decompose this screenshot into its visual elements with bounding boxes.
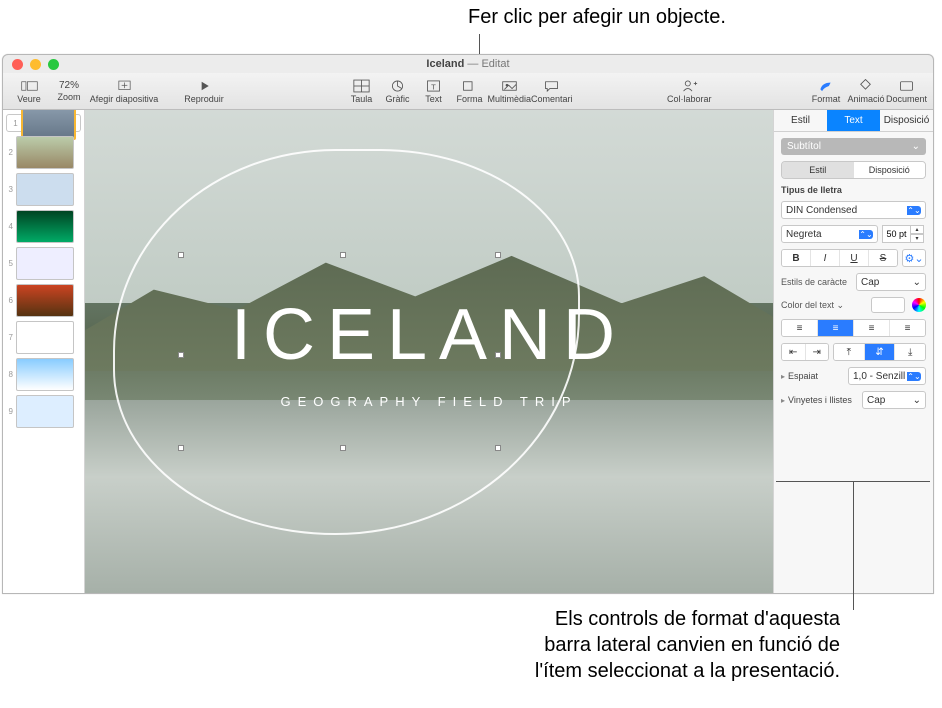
underline-button[interactable]: U	[840, 250, 869, 266]
valign-top-button[interactable]: ⤒	[834, 344, 865, 360]
char-styles-label: Estils de caràcte	[781, 277, 847, 287]
annotation-leader-bottom	[853, 482, 854, 610]
toolbar: Veure 72% Zoom Afegir diapositiva Reprod…	[3, 73, 933, 110]
inspector-tabs: Estil Text Disposició	[774, 110, 933, 132]
paragraph-style-select[interactable]: Subtítol ⌄	[781, 138, 926, 155]
slide-thumb-2[interactable]: 2	[6, 136, 81, 169]
bullets-disclosure[interactable]: Vinyetes i llistes	[781, 395, 852, 405]
media-icon	[501, 79, 518, 93]
font-size-input[interactable]	[882, 225, 910, 243]
text-subtabs: Estil Disposició	[781, 161, 926, 179]
subtab-layout[interactable]: Disposició	[854, 162, 926, 178]
insert-chart-button[interactable]: Gràfic	[379, 74, 415, 108]
person-plus-icon	[681, 79, 698, 93]
annotation-bottom: Els controls de format d'aquesta barra l…	[530, 606, 840, 684]
view-icon	[21, 79, 38, 93]
font-section-label: Tipus de lletra	[781, 185, 926, 195]
align-justify-button[interactable]: ≡	[890, 320, 925, 336]
document-button[interactable]: Document	[886, 74, 927, 108]
tab-layout[interactable]: Disposició	[880, 110, 933, 131]
bullets-select[interactable]: Cap⌄	[862, 391, 926, 409]
view-button[interactable]: Veure	[9, 74, 49, 108]
slide-thumb-7[interactable]: 7	[6, 321, 81, 354]
subtab-style[interactable]: Estil	[782, 162, 854, 178]
font-weight-select[interactable]: Negreta⌃⌄	[781, 225, 878, 243]
add-slide-button[interactable]: Afegir diapositiva	[89, 74, 159, 108]
format-button[interactable]: Format	[806, 74, 846, 108]
align-left-button[interactable]: ≡	[782, 320, 818, 336]
slide-navigator[interactable]: 1 2 3 4 5 6 7 8 9	[3, 110, 85, 593]
comment-icon	[543, 79, 560, 93]
play-icon	[196, 79, 213, 93]
insert-media-button[interactable]: Multimèdia	[487, 74, 531, 108]
tab-style[interactable]: Estil	[774, 110, 827, 131]
title-text-box[interactable]: ICELAND GEOGRAPHY FIELD TRIP	[231, 294, 627, 409]
insert-group: Taula Gràfic TText Forma Multimèdia Come…	[343, 74, 572, 108]
spacing-disclosure[interactable]: Espaiat	[781, 371, 818, 381]
plus-icon	[116, 79, 133, 93]
align-center-button[interactable]: ≡	[818, 320, 854, 336]
text-color-label: Color del text ⌄	[781, 300, 844, 311]
slide-thumb-9[interactable]: 9	[6, 395, 81, 428]
window-controls	[12, 59, 59, 70]
app-window: Iceland — Editat Veure 72% Zoom Afegir d…	[2, 54, 934, 594]
align-right-button[interactable]: ≡	[854, 320, 890, 336]
slide-thumb-1[interactable]: 1	[6, 114, 81, 132]
font-family-select[interactable]: DIN Condensed⌃⌄	[781, 201, 926, 219]
insert-table-button[interactable]: Taula	[343, 74, 379, 108]
h-align-group: ≡ ≡ ≡ ≡	[781, 319, 926, 337]
minimize-icon[interactable]	[30, 59, 41, 70]
gear-icon: ⚙︎	[904, 252, 914, 265]
insert-comment-button[interactable]: Comentari	[531, 74, 573, 108]
color-wheel-button[interactable]	[912, 298, 926, 312]
collaborate-button[interactable]: Col·laborar	[667, 74, 712, 108]
document-icon	[898, 79, 915, 93]
diamond-icon	[857, 79, 874, 93]
indent-button[interactable]: ⇥	[806, 344, 829, 360]
outdent-button[interactable]: ⇤	[782, 344, 806, 360]
shape-icon	[461, 79, 478, 93]
table-icon	[353, 79, 370, 93]
insert-shape-button[interactable]: Forma	[451, 74, 487, 108]
slide-thumb-8[interactable]: 8	[6, 358, 81, 391]
italic-button[interactable]: I	[811, 250, 840, 266]
text-color-well[interactable]	[871, 297, 905, 313]
slide-title[interactable]: ICELAND	[231, 294, 627, 376]
text-icon: T	[425, 79, 442, 93]
fullscreen-icon[interactable]	[48, 59, 59, 70]
tab-text[interactable]: Text	[827, 110, 880, 131]
valign-bottom-button[interactable]: ⤓	[895, 344, 925, 360]
window-title: Iceland — Editat	[426, 58, 509, 70]
annotation-top: Fer clic per afegir un objecte.	[468, 6, 726, 29]
slide-thumb-6[interactable]: 6	[6, 284, 81, 317]
titlebar: Iceland — Editat	[3, 55, 933, 73]
animate-button[interactable]: Animació	[846, 74, 886, 108]
font-size-stepper[interactable]: ▴▾	[882, 225, 926, 243]
stepper-down-icon[interactable]: ▾	[910, 234, 924, 243]
char-styles-select[interactable]: Cap⌄	[856, 273, 926, 291]
slide-subtitle[interactable]: GEOGRAPHY FIELD TRIP	[231, 394, 627, 409]
spacing-select[interactable]: 1,0 - Senzill⌃⌄	[848, 367, 926, 385]
svg-text:T: T	[431, 82, 436, 91]
slide-canvas[interactable]: ICELAND GEOGRAPHY FIELD TRIP	[85, 110, 773, 593]
zoom-button[interactable]: 72% Zoom	[49, 74, 89, 108]
valign-middle-button[interactable]: ⇵	[865, 344, 896, 360]
play-button[interactable]: Reproduir	[159, 74, 249, 108]
close-icon[interactable]	[12, 59, 23, 70]
chevron-down-icon: ⌄	[912, 141, 920, 152]
advanced-options-button[interactable]: ⚙︎⌄	[902, 249, 926, 267]
slide-thumb-3[interactable]: 3	[6, 173, 81, 206]
slide-thumb-4[interactable]: 4	[6, 210, 81, 243]
brush-icon	[817, 79, 834, 93]
slide-thumb-5[interactable]: 5	[6, 247, 81, 280]
chart-icon	[389, 79, 406, 93]
strike-button[interactable]: S	[869, 250, 897, 266]
stepper-up-icon[interactable]: ▴	[910, 225, 924, 234]
insert-text-button[interactable]: TText	[415, 74, 451, 108]
bold-button[interactable]: B	[782, 250, 811, 266]
